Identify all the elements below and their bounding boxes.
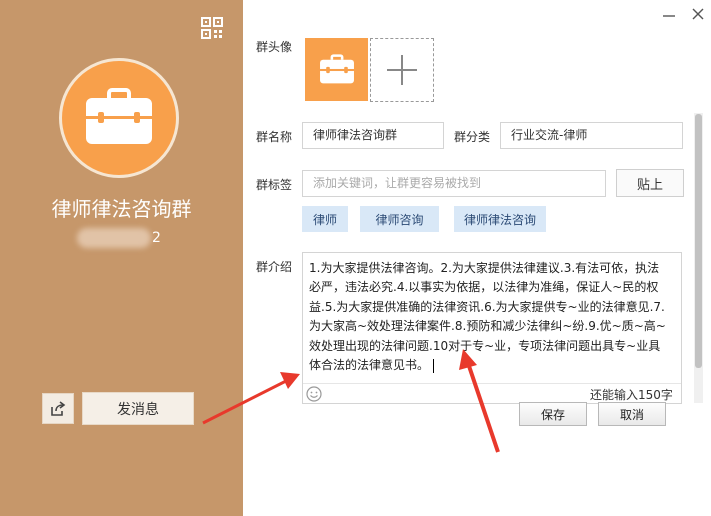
- briefcase-icon: [86, 88, 152, 144]
- tag-input[interactable]: 添加关键词，让群更容易被找到: [302, 170, 606, 197]
- close-button[interactable]: [690, 6, 706, 22]
- tag-chip[interactable]: 律师律法咨询: [454, 206, 546, 232]
- minimize-button[interactable]: [661, 6, 677, 22]
- share-button[interactable]: [42, 393, 74, 424]
- save-button[interactable]: 保存: [519, 402, 587, 426]
- paste-button[interactable]: 贴上: [616, 169, 684, 197]
- send-message-button[interactable]: 发消息: [82, 392, 194, 425]
- minimize-icon: [663, 15, 675, 17]
- qr-code-icon[interactable]: [201, 17, 223, 39]
- name-label: 群名称: [256, 130, 293, 144]
- close-icon: [692, 8, 704, 20]
- share-icon: [51, 400, 66, 416]
- remaining-count: 还能输入150字: [590, 388, 673, 402]
- intro-divider: [303, 383, 681, 384]
- intro-textarea[interactable]: 1.为大家提供法律咨询。2.为大家提供法律建议.3.有法可依，执法必严，违法必究…: [302, 252, 682, 404]
- group-name-input[interactable]: 律师律法咨询群: [302, 122, 444, 149]
- category-label: 群分类: [454, 130, 491, 144]
- scrollbar-thumb[interactable]: [695, 114, 702, 368]
- category-select[interactable]: 行业交流-律师: [500, 122, 683, 149]
- smiley-icon[interactable]: [306, 386, 322, 402]
- cancel-button[interactable]: 取消: [598, 402, 666, 426]
- group-name-title: 律师律法咨询群: [51, 197, 192, 221]
- plus-icon: [387, 55, 417, 85]
- group-avatar: [59, 58, 179, 178]
- avatar-label: 群头像: [256, 40, 293, 54]
- text-caret: [433, 358, 435, 373]
- tag-chip[interactable]: 律师咨询: [360, 206, 439, 232]
- intro-text: 1.为大家提供法律咨询。2.为大家提供法律建议.3.有法可依，执法必严，违法必究…: [309, 261, 666, 373]
- group-profile-panel: 律师律法咨询群 2 发消息: [0, 0, 243, 516]
- tags-label: 群标签: [256, 178, 293, 192]
- group-id-blurred: [77, 228, 151, 248]
- add-avatar-button[interactable]: [370, 38, 434, 102]
- avatar-option-selected[interactable]: [305, 38, 368, 101]
- tag-chip[interactable]: 律师: [302, 206, 348, 232]
- intro-label: 群介绍: [256, 260, 293, 274]
- group-id: 2: [152, 230, 161, 246]
- briefcase-icon: [319, 53, 354, 83]
